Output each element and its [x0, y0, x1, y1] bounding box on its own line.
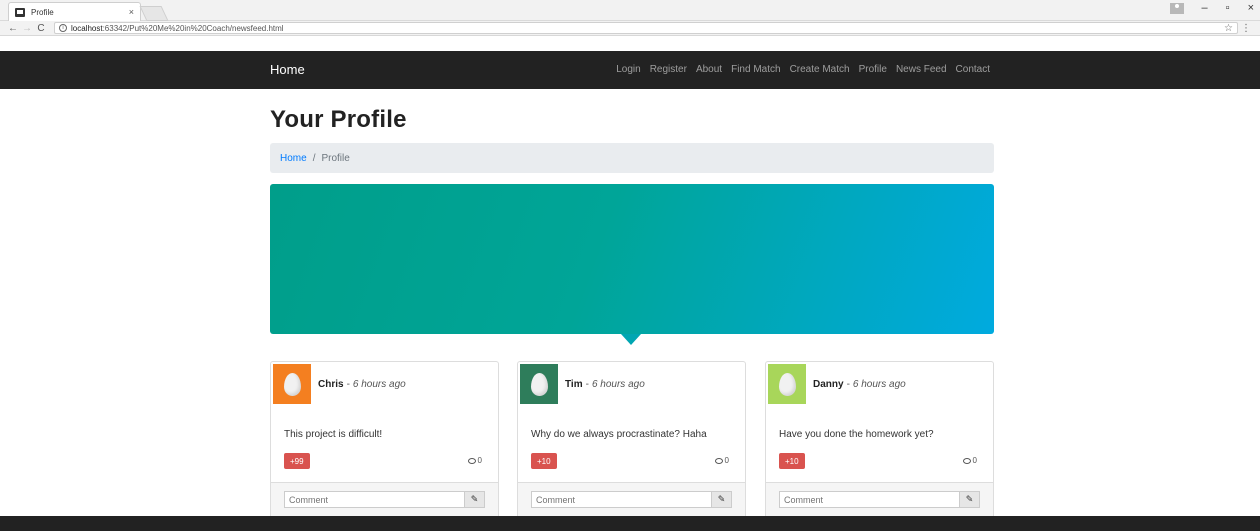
post-time: 6 hours ago: [352, 378, 406, 390]
comment-count[interactable]: 0: [714, 456, 729, 465]
breadcrumb-current: Profile: [321, 152, 350, 164]
avatar[interactable]: [273, 364, 311, 404]
post-card: Danny - 6 hours ago Have you done the ho…: [765, 361, 994, 521]
comment-count-value: 0: [724, 456, 729, 465]
nav-find-match[interactable]: Find Match: [731, 64, 780, 75]
comment-icon: [962, 457, 971, 464]
breadcrumb-separator: /: [312, 152, 316, 164]
post-header: Chris - 6 hours ago: [271, 362, 498, 406]
forward-button[interactable]: →: [20, 23, 34, 34]
site-footer: [0, 516, 1260, 531]
url-input[interactable]: i localhost:63342/Put%20Me%20in%20Coach/…: [54, 22, 1238, 34]
url-path: :63342/Put%20Me%20in%20Coach/newsfeed.ht…: [102, 23, 284, 33]
post-card: Chris - 6 hours ago This project is diff…: [270, 361, 499, 521]
vote-badge[interactable]: +99: [284, 453, 310, 469]
vote-badge[interactable]: +10: [531, 453, 557, 469]
favicon-icon: [15, 7, 25, 17]
breadcrumb-home[interactable]: Home: [280, 153, 307, 164]
post-author[interactable]: Danny: [813, 379, 844, 390]
post-header: Tim - 6 hours ago: [518, 362, 745, 406]
comment-icon: [714, 457, 723, 464]
restore-button[interactable]: ▫: [1226, 2, 1230, 14]
post-dash: -: [846, 378, 850, 390]
avatar[interactable]: [520, 364, 558, 404]
post-text: This project is difficult!: [284, 429, 383, 440]
navbar-brand[interactable]: Home: [270, 62, 305, 77]
comment-count-value: 0: [477, 456, 482, 465]
egg-avatar-icon: [283, 372, 301, 396]
nav-links: Login Register About Find Match Create M…: [616, 64, 990, 75]
nav-news-feed[interactable]: News Feed: [896, 64, 947, 75]
page-title: Your Profile: [270, 106, 407, 133]
comment-icon: [467, 457, 476, 464]
comment-input[interactable]: [284, 491, 465, 508]
url-text: localhost:63342/Put%20Me%20in%20Coach/ne…: [71, 24, 284, 33]
browser-tab-bar: Profile × – ▫ ×: [0, 0, 1260, 21]
nav-profile[interactable]: Profile: [859, 64, 887, 75]
avatar[interactable]: [768, 364, 806, 404]
user-profile-icon[interactable]: [1169, 2, 1184, 14]
post-time: 6 hours ago: [591, 378, 645, 390]
comment-input[interactable]: [779, 491, 960, 508]
breadcrumb: Home / Profile: [270, 143, 994, 173]
nav-register[interactable]: Register: [650, 64, 687, 75]
reload-button[interactable]: C: [34, 23, 48, 34]
browser-tab[interactable]: Profile ×: [8, 2, 141, 21]
edit-icon[interactable]: ✎: [464, 491, 485, 508]
post-dash: -: [346, 378, 350, 390]
post-header: Danny - 6 hours ago: [766, 362, 993, 406]
url-host: localhost: [71, 23, 103, 33]
new-tab-button[interactable]: [139, 6, 169, 21]
minimize-button[interactable]: –: [1202, 2, 1208, 14]
comment-count[interactable]: 0: [467, 456, 482, 465]
post-dash: -: [585, 378, 589, 390]
close-window-button[interactable]: ×: [1248, 2, 1254, 14]
bookmark-star-icon[interactable]: ☆: [1224, 23, 1233, 34]
tab-close-icon[interactable]: ×: [129, 7, 134, 17]
comment-area: ✎: [271, 482, 498, 520]
post-text: Why do we always procrastinate? Haha: [531, 429, 707, 440]
comment-count-value: 0: [972, 456, 977, 465]
edit-icon[interactable]: ✎: [711, 491, 732, 508]
site-navbar: Home Login Register About Find Match Cre…: [0, 51, 1260, 89]
post-author[interactable]: Tim: [565, 379, 583, 390]
window-controls: – ▫ ×: [1169, 2, 1254, 14]
tab-title: Profile: [31, 7, 54, 17]
banner-pointer: [621, 334, 641, 345]
post-time: 6 hours ago: [852, 378, 906, 390]
back-button[interactable]: ←: [6, 23, 20, 34]
egg-avatar-icon: [530, 372, 548, 396]
nav-about[interactable]: About: [696, 64, 722, 75]
post-card: Tim - 6 hours ago Why do we always procr…: [517, 361, 746, 521]
egg-avatar-icon: [778, 372, 796, 396]
comment-input[interactable]: [531, 491, 712, 508]
nav-create-match[interactable]: Create Match: [790, 64, 850, 75]
profile-banner: [270, 184, 994, 334]
comment-area: ✎: [518, 482, 745, 520]
edit-icon[interactable]: ✎: [959, 491, 980, 508]
post-text: Have you done the homework yet?: [779, 429, 934, 440]
comment-area: ✎: [766, 482, 993, 520]
nav-contact[interactable]: Contact: [956, 64, 990, 75]
vote-badge[interactable]: +10: [779, 453, 805, 469]
nav-login[interactable]: Login: [616, 64, 640, 75]
info-icon[interactable]: i: [59, 24, 67, 32]
address-bar-row: ← → C i localhost:63342/Put%20Me%20in%20…: [0, 21, 1260, 36]
browser-menu-icon[interactable]: ⋮: [1238, 23, 1254, 34]
comment-count[interactable]: 0: [962, 456, 977, 465]
post-author[interactable]: Chris: [318, 379, 344, 390]
